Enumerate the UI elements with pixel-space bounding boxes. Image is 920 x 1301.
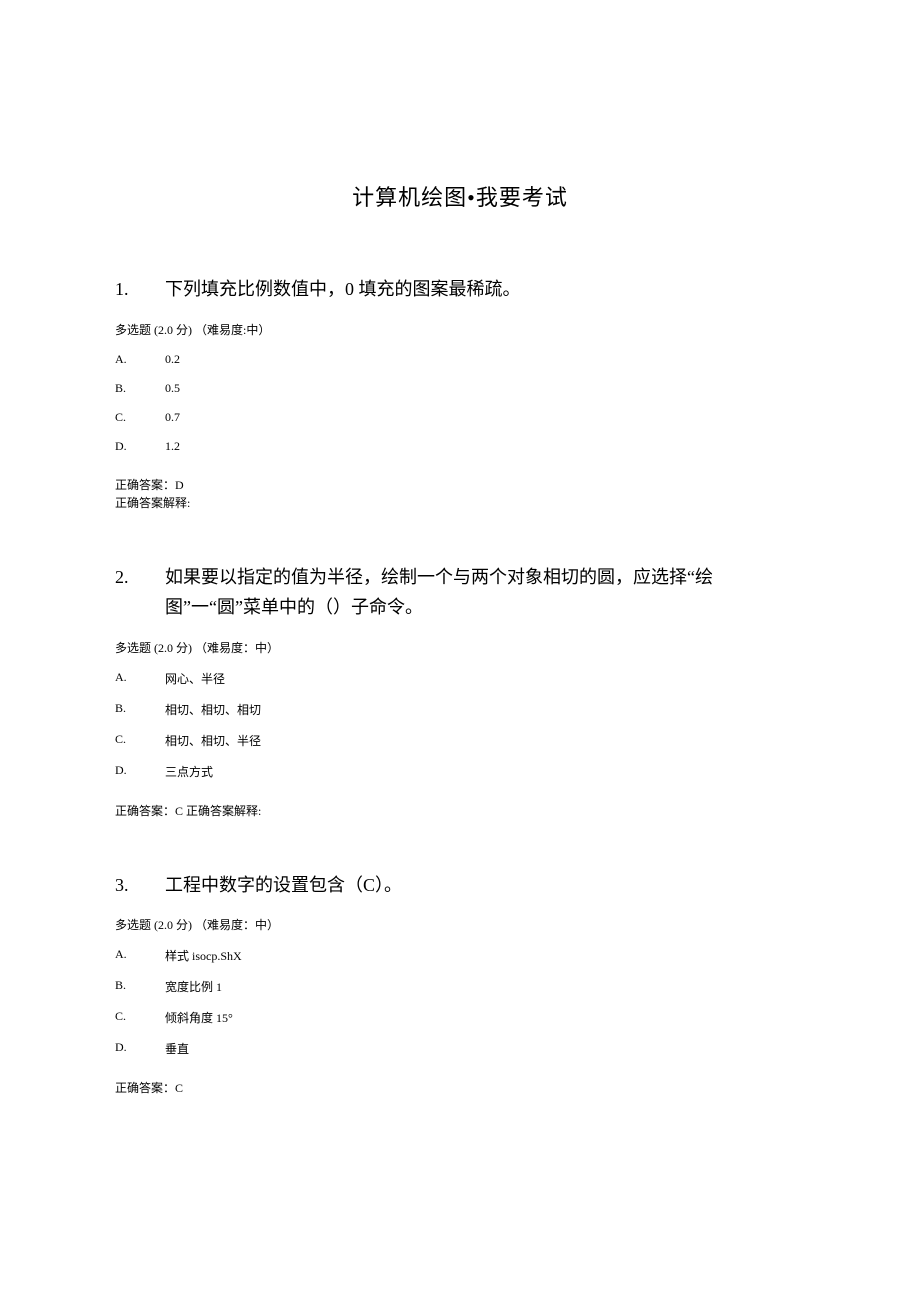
option-letter: D. <box>115 763 165 780</box>
option-letter: A. <box>115 670 165 687</box>
question-text: 下列填充比例数值中，0 填充的图案最稀疏。 <box>165 274 805 305</box>
question-header: 2. 如果要以指定的值为半径，绘制一个与两个对象相切的圆，应选择“绘图”一“圆”… <box>115 562 805 623</box>
option-row: D. 垂直 <box>115 1040 805 1057</box>
option-row: B. 0.5 <box>115 381 805 396</box>
option-row: D. 三点方式 <box>115 763 805 780</box>
option-text: 0.2 <box>165 352 805 367</box>
option-letter: D. <box>115 1040 165 1057</box>
option-letter: B. <box>115 381 165 396</box>
answer-block: 正确答案：D 正确答案解释: <box>115 476 805 512</box>
correct-answer: 正确答案：C 正确答案解释: <box>115 802 805 820</box>
option-row: A. 样式 isocp.ShX <box>115 947 805 964</box>
option-letter: C. <box>115 732 165 749</box>
question-header: 1. 下列填充比例数值中，0 填充的图案最稀疏。 <box>115 274 805 305</box>
question-number: 2. <box>115 562 165 623</box>
option-text: 相切、相切、相切 <box>165 701 805 718</box>
option-text: 样式 isocp.ShX <box>165 947 805 964</box>
option-row: B. 宽度比例 1 <box>115 978 805 995</box>
option-letter: B. <box>115 978 165 995</box>
option-letter: A. <box>115 947 165 964</box>
option-row: C. 相切、相切、半径 <box>115 732 805 749</box>
question-block: 1. 下列填充比例数值中，0 填充的图案最稀疏。 多选题 (2.0 分) （难易… <box>115 274 805 512</box>
question-text: 如果要以指定的值为半径，绘制一个与两个对象相切的圆，应选择“绘图”一“圆”菜单中… <box>165 562 805 623</box>
option-row: B. 相切、相切、相切 <box>115 701 805 718</box>
question-number: 3. <box>115 870 165 901</box>
answer-block: 正确答案：C 正确答案解释: <box>115 802 805 820</box>
question-block: 2. 如果要以指定的值为半径，绘制一个与两个对象相切的圆，应选择“绘图”一“圆”… <box>115 562 805 820</box>
option-row: C. 倾斜角度 15° <box>115 1009 805 1026</box>
correct-answer: 正确答案：D <box>115 476 805 494</box>
option-text: 倾斜角度 15° <box>165 1009 805 1026</box>
option-text: 垂直 <box>165 1040 805 1057</box>
option-row: C. 0.7 <box>115 410 805 425</box>
answer-block: 正确答案：C <box>115 1079 805 1097</box>
option-row: D. 1.2 <box>115 439 805 454</box>
option-letter: B. <box>115 701 165 718</box>
option-letter: C. <box>115 1009 165 1026</box>
page-title: 计算机绘图•我要考试 <box>115 180 805 212</box>
option-row: A. 0.2 <box>115 352 805 367</box>
correct-answer: 正确答案：C <box>115 1079 805 1097</box>
option-text: 网心、半径 <box>165 670 805 687</box>
option-text: 宽度比例 1 <box>165 978 805 995</box>
question-header: 3. 工程中数字的设置包含（C）。 <box>115 870 805 901</box>
question-meta: 多选题 (2.0 分) （难易度：中） <box>115 916 805 933</box>
option-text: 0.5 <box>165 381 805 396</box>
question-block: 3. 工程中数字的设置包含（C）。 多选题 (2.0 分) （难易度：中） A.… <box>115 870 805 1098</box>
question-number: 1. <box>115 274 165 305</box>
option-letter: D. <box>115 439 165 454</box>
question-text: 工程中数字的设置包含（C）。 <box>165 870 805 901</box>
option-text: 三点方式 <box>165 763 805 780</box>
question-meta: 多选题 (2.0 分) （难易度：中） <box>115 639 805 656</box>
option-letter: A. <box>115 352 165 367</box>
answer-explanation-label: 正确答案解释: <box>115 494 805 512</box>
option-text: 0.7 <box>165 410 805 425</box>
question-meta: 多选题 (2.0 分) （难易度:中） <box>115 321 805 338</box>
option-text: 1.2 <box>165 439 805 454</box>
option-text: 相切、相切、半径 <box>165 732 805 749</box>
option-letter: C. <box>115 410 165 425</box>
option-row: A. 网心、半径 <box>115 670 805 687</box>
